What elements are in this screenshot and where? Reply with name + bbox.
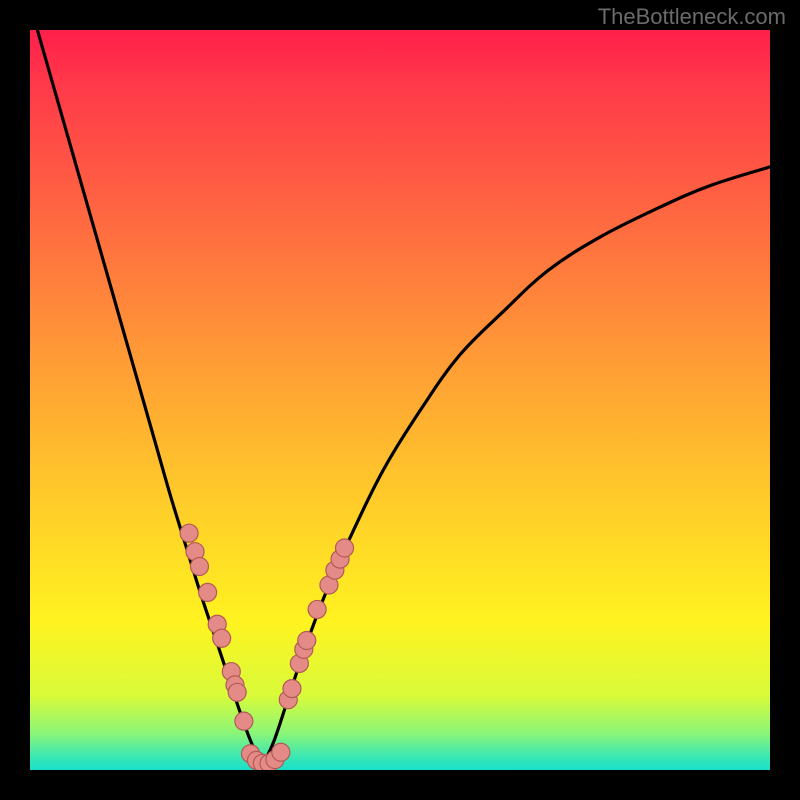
dot-left bbox=[235, 712, 253, 730]
dot-left bbox=[199, 583, 217, 601]
outer-frame: TheBottleneck.com bbox=[0, 0, 800, 800]
dot-right bbox=[336, 539, 354, 557]
dot-right bbox=[283, 680, 301, 698]
curve-group bbox=[37, 30, 770, 764]
dot-right bbox=[308, 600, 326, 618]
curve-left-curve bbox=[37, 30, 263, 764]
chart-gradient-area bbox=[30, 30, 770, 770]
dot-left bbox=[190, 558, 208, 576]
watermark-text: TheBottleneck.com bbox=[598, 4, 786, 30]
dot-group bbox=[180, 524, 353, 770]
dot-left bbox=[213, 629, 231, 647]
curve-right-curve bbox=[263, 167, 770, 764]
dot-left bbox=[180, 524, 198, 542]
dot-right bbox=[298, 632, 316, 650]
chart-svg bbox=[30, 30, 770, 770]
dot-bottom bbox=[272, 743, 290, 761]
dot-left bbox=[228, 683, 246, 701]
